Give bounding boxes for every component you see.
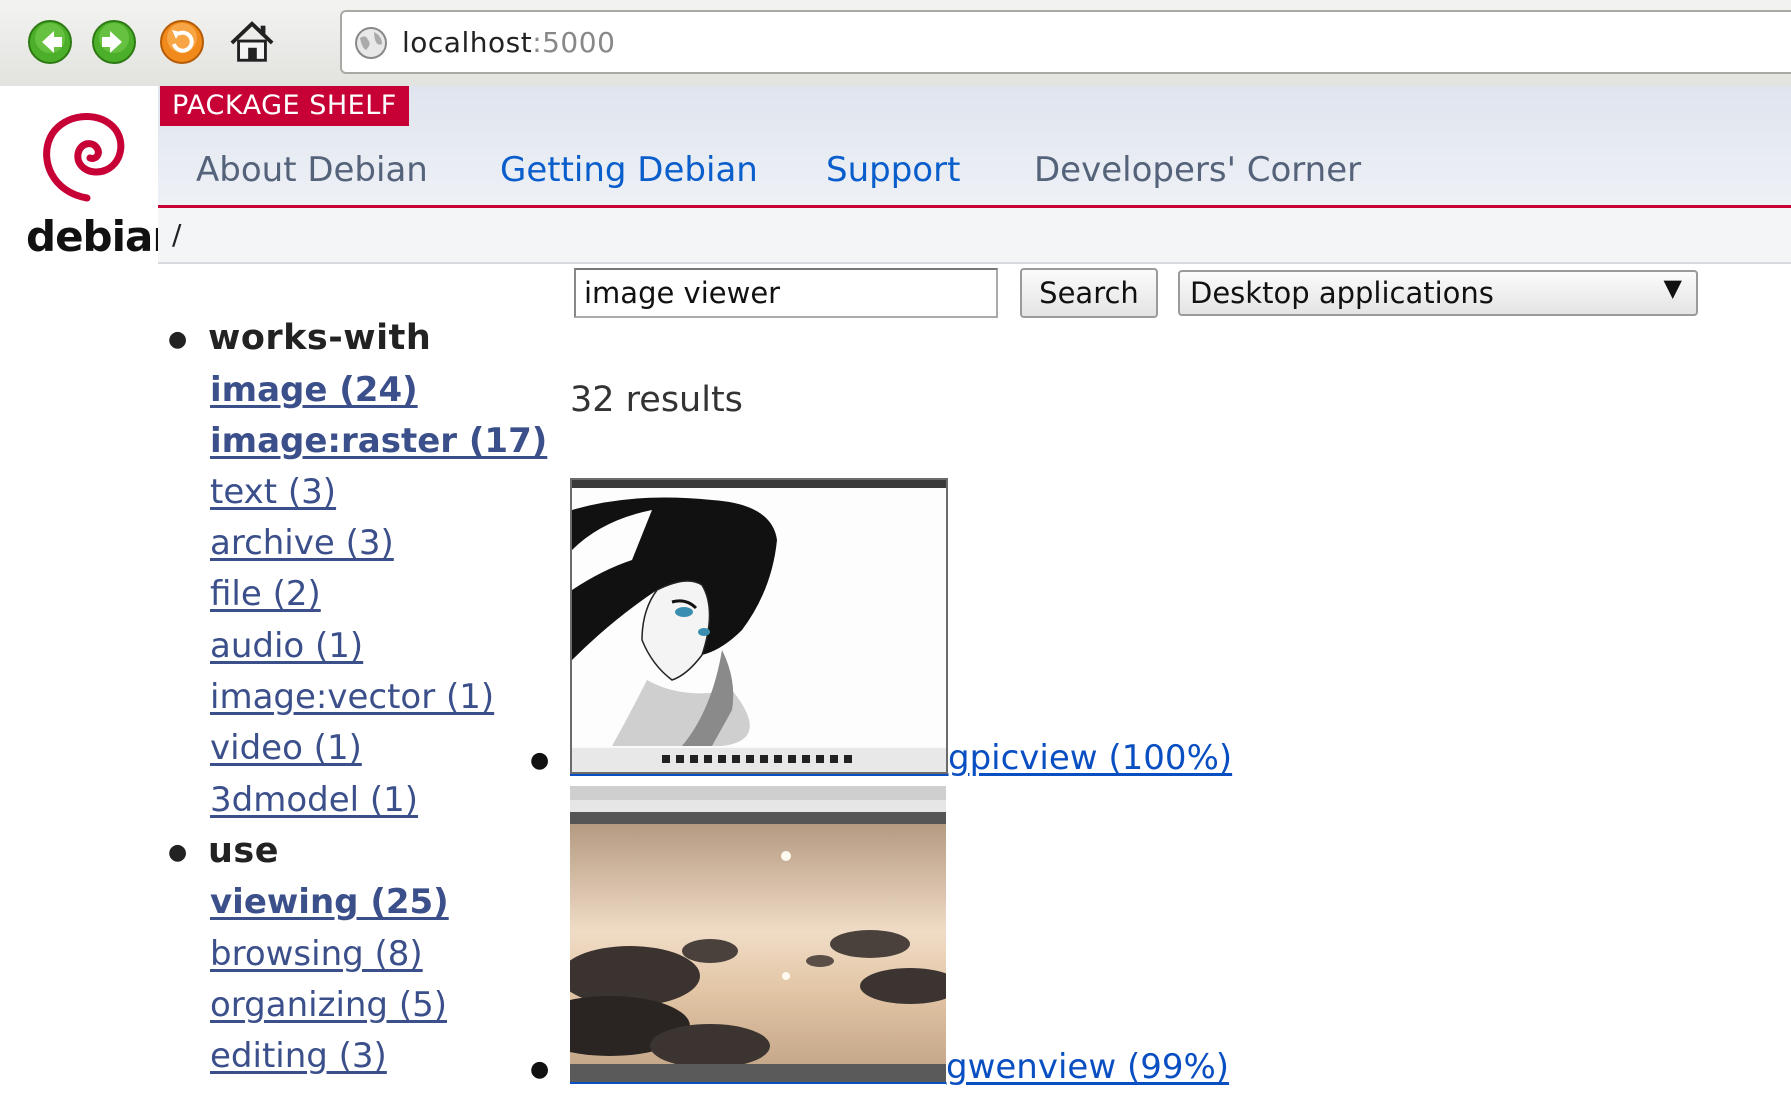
back-button[interactable] xyxy=(26,18,74,66)
facet-link[interactable]: audio (1) xyxy=(210,626,363,666)
facet-link[interactable]: editing (3) xyxy=(210,1036,387,1076)
back-arrow-icon xyxy=(28,20,72,64)
facet-link[interactable]: viewing (25) xyxy=(210,882,449,922)
facet-heading-use: ● use xyxy=(168,831,279,871)
facet-link[interactable]: image:raster (17) xyxy=(210,421,547,461)
facet-link[interactable]: image (24) xyxy=(210,370,418,410)
debian-swirl-icon xyxy=(43,113,125,202)
facet-link[interactable]: image:vector (1) xyxy=(210,677,494,717)
forward-arrow-icon xyxy=(92,20,136,64)
facet-link[interactable]: video (1) xyxy=(210,728,362,768)
stop-reload-button[interactable] xyxy=(158,18,206,66)
facet-link[interactable]: 3dmodel (1) xyxy=(210,780,418,820)
home-icon xyxy=(230,21,274,62)
stones-sunset-image xyxy=(570,786,946,1082)
link-underline xyxy=(570,1082,946,1084)
debian-logo[interactable]: debian xyxy=(8,94,182,264)
section-tag: PACKAGE SHELF xyxy=(160,86,409,126)
bullet-icon: ● xyxy=(530,1057,550,1082)
search-input[interactable] xyxy=(574,268,998,318)
bullet-icon: ● xyxy=(168,839,188,865)
reload-icon xyxy=(160,20,204,64)
facet-heading-works-with: ● works-with xyxy=(168,318,432,358)
nav-getting-debian[interactable]: Getting Debian xyxy=(500,150,758,190)
facet-link[interactable]: archive (3) xyxy=(210,523,394,563)
facet-link[interactable]: browsing (8) xyxy=(210,934,423,974)
facet-link[interactable]: file (2) xyxy=(210,574,321,614)
bullet-icon: ● xyxy=(530,748,550,773)
site-header: debian PACKAGE SHELF About Debian Gettin… xyxy=(0,86,1791,264)
address-bar[interactable]: localhost:5000 xyxy=(340,10,1791,74)
category-select[interactable]: Desktop applications ▼ xyxy=(1178,270,1698,316)
nav-about-debian[interactable]: About Debian xyxy=(196,150,428,190)
gpicview-thumbnail[interactable] xyxy=(570,478,948,774)
home-button[interactable] xyxy=(228,18,276,66)
facet-link[interactable]: text (3) xyxy=(210,472,336,512)
breadcrumb-bar: / xyxy=(158,208,1791,264)
facet-link[interactable]: organizing (5) xyxy=(210,985,447,1025)
globe-icon xyxy=(355,27,387,59)
search-button[interactable]: Search xyxy=(1020,268,1158,318)
breadcrumb[interactable]: / xyxy=(172,218,181,251)
forward-button[interactable] xyxy=(90,18,138,66)
result-count: 32 results xyxy=(570,380,743,420)
result-link-gpicview[interactable]: gpicview (100%) xyxy=(948,738,1232,778)
link-underline xyxy=(570,774,948,776)
result-link-gwenview[interactable]: gwenview (99%) xyxy=(946,1047,1229,1087)
url-text: localhost:5000 xyxy=(402,26,616,59)
gwenview-thumbnail[interactable] xyxy=(570,786,946,1082)
anime-portrait-image xyxy=(572,480,946,772)
bullet-icon: ● xyxy=(168,326,188,352)
dropdown-arrow-icon: ▼ xyxy=(1663,274,1682,302)
nav-support[interactable]: Support xyxy=(826,150,960,190)
category-select-value: Desktop applications xyxy=(1190,276,1494,310)
browser-toolbar: localhost:5000 xyxy=(0,0,1791,87)
nav-developers-corner[interactable]: Developers' Corner xyxy=(1034,150,1361,190)
